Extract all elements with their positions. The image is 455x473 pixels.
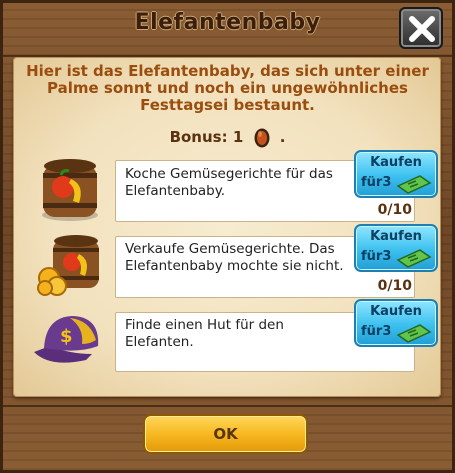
wood-plank-divider bbox=[3, 405, 452, 407]
buy-label: Kaufen bbox=[370, 304, 422, 319]
buy-cost: für3 bbox=[361, 175, 392, 190]
quest-description: Hier ist das Elefantenbaby, das sich unt… bbox=[26, 62, 429, 114]
cash-icon bbox=[396, 175, 432, 194]
bonus-label: Bonus: bbox=[169, 128, 228, 146]
cash-icon bbox=[396, 249, 432, 268]
egg-icon bbox=[254, 128, 269, 148]
buy-cost: für3 bbox=[361, 249, 392, 264]
buy-cost: für3 bbox=[361, 324, 392, 339]
bonus-row: Bonus: 1 . bbox=[0, 126, 455, 148]
task-text: Finde einen Hut für den Elefanten. bbox=[125, 317, 284, 350]
dialog-title: Elefantenbaby bbox=[134, 10, 321, 35]
close-icon bbox=[409, 16, 435, 42]
vegetable-barrel-coins-icon bbox=[37, 235, 99, 296]
buy-label: Kaufen bbox=[370, 229, 422, 244]
ok-button[interactable]: OK bbox=[143, 414, 308, 454]
task-progress: 0/10 bbox=[377, 278, 412, 294]
svg-text:$: $ bbox=[60, 326, 73, 347]
buy-button[interactable]: Kaufen für3 bbox=[354, 224, 438, 272]
buy-label: Kaufen bbox=[370, 155, 422, 170]
buy-button[interactable]: Kaufen für3 bbox=[354, 299, 438, 347]
buy-button[interactable]: Kaufen für3 bbox=[354, 150, 438, 198]
vegetable-barrel-icon bbox=[42, 159, 98, 221]
task-text: Koche Gemüsegerichte für das Elefantenba… bbox=[125, 166, 333, 199]
task-text: Verkaufe Gemüsegerichte. Das Elefantenba… bbox=[125, 241, 344, 274]
cap-icon: $ bbox=[34, 316, 99, 363]
bonus-value: 1 bbox=[232, 128, 244, 146]
cash-icon bbox=[396, 324, 432, 343]
bonus-suffix: . bbox=[279, 128, 286, 146]
task-progress: 0/10 bbox=[377, 202, 412, 218]
close-button[interactable] bbox=[399, 7, 443, 49]
